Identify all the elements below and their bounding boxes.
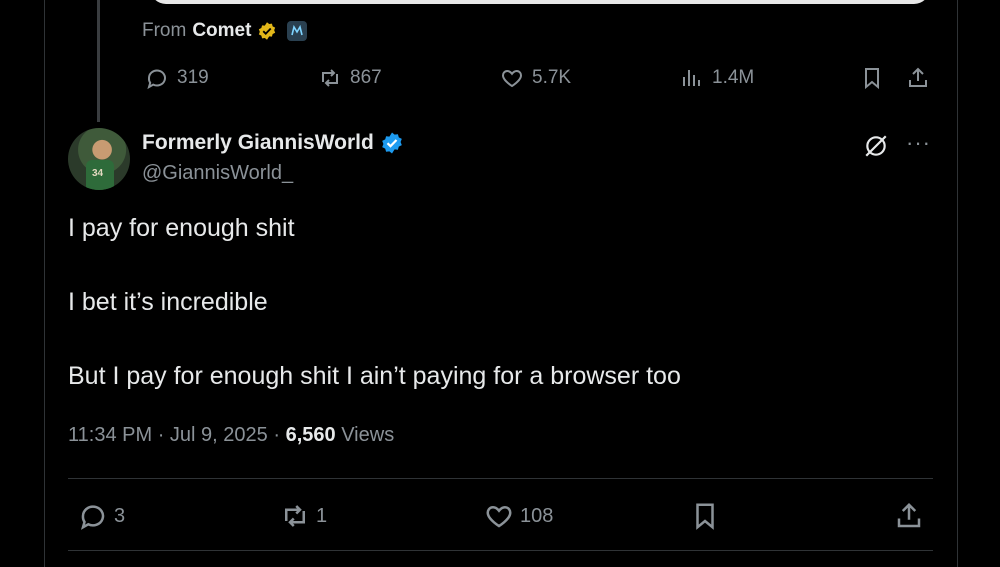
author-handle[interactable]: @GiannisWorld_ xyxy=(142,162,293,185)
frame-border-left xyxy=(44,0,45,567)
share-button[interactable] xyxy=(906,66,930,90)
avatar-jersey-number: 34 xyxy=(92,168,104,179)
tweet-reply-button[interactable]: 3 xyxy=(78,501,125,531)
comet-app-icon xyxy=(287,21,308,41)
bookmark-icon xyxy=(865,68,879,90)
tweet-like-button[interactable]: 108 xyxy=(484,501,553,531)
repost-icon xyxy=(285,505,305,527)
source-row: From Comet xyxy=(142,20,308,42)
divider-bottom xyxy=(68,550,933,551)
more-options-icon[interactable]: ··· xyxy=(906,130,931,156)
tweet-bookmark-button[interactable] xyxy=(690,501,720,531)
tweet-date[interactable]: Jul 9, 2025 xyxy=(170,424,268,446)
tweet-text-line-3: But I pay for enough shit I ain’t paying… xyxy=(68,362,681,390)
reply-button[interactable]: 319 xyxy=(145,66,209,90)
repost-button[interactable]: 867 xyxy=(318,66,382,90)
repost-icon xyxy=(322,69,338,87)
tweet-meta: 11:34 PM · Jul 9, 2025 · 6,560 Views xyxy=(68,424,394,447)
reply-icon xyxy=(80,505,105,530)
tweet-views-count: 6,560 xyxy=(285,424,336,446)
frame-border-right xyxy=(957,0,958,567)
reply-icon xyxy=(147,69,166,90)
tweet-like-count: 108 xyxy=(520,504,554,527)
thread-connector-line xyxy=(97,0,100,122)
like-button[interactable]: 5.7K xyxy=(500,66,571,90)
quoted-card-edge xyxy=(150,0,930,4)
tweet-views-label: Views xyxy=(341,424,395,446)
avatar[interactable]: 34 xyxy=(68,128,130,190)
views-icon xyxy=(683,70,700,86)
author-name-text: Formerly GiannisWorld xyxy=(142,131,374,154)
tweet-share-button[interactable] xyxy=(894,501,924,531)
author-display-name[interactable]: Formerly GiannisWorld xyxy=(142,131,404,155)
verified-gold-icon xyxy=(259,22,276,40)
bookmark-icon xyxy=(696,503,714,530)
source-name[interactable]: Comet xyxy=(192,20,251,42)
tweet-repost-count: 1 xyxy=(316,504,328,527)
reply-count: 319 xyxy=(177,67,209,88)
tweet-repost-button[interactable]: 1 xyxy=(280,501,327,531)
tweet-time[interactable]: 11:34 PM xyxy=(68,424,152,446)
views-button[interactable]: 1.4M xyxy=(680,66,754,90)
meta-separator-2: · xyxy=(273,424,281,446)
share-icon xyxy=(909,67,927,87)
heart-icon xyxy=(502,69,522,88)
from-label: From xyxy=(142,20,187,41)
grok-icon[interactable] xyxy=(863,133,889,159)
meta-separator-1: · xyxy=(157,424,165,446)
tweet-text-line-2: I bet it’s incredible xyxy=(68,288,268,316)
verified-blue-icon xyxy=(382,132,402,154)
divider-top xyxy=(68,478,933,479)
tweet-text-line-1: I pay for enough shit xyxy=(68,214,295,242)
heart-icon xyxy=(486,505,512,528)
like-count: 5.7K xyxy=(532,67,572,88)
share-icon xyxy=(897,502,921,528)
repost-count: 867 xyxy=(350,67,382,88)
bookmark-button[interactable] xyxy=(860,66,884,90)
views-count: 1.4M xyxy=(712,67,755,88)
tweet-reply-count: 3 xyxy=(114,504,126,527)
